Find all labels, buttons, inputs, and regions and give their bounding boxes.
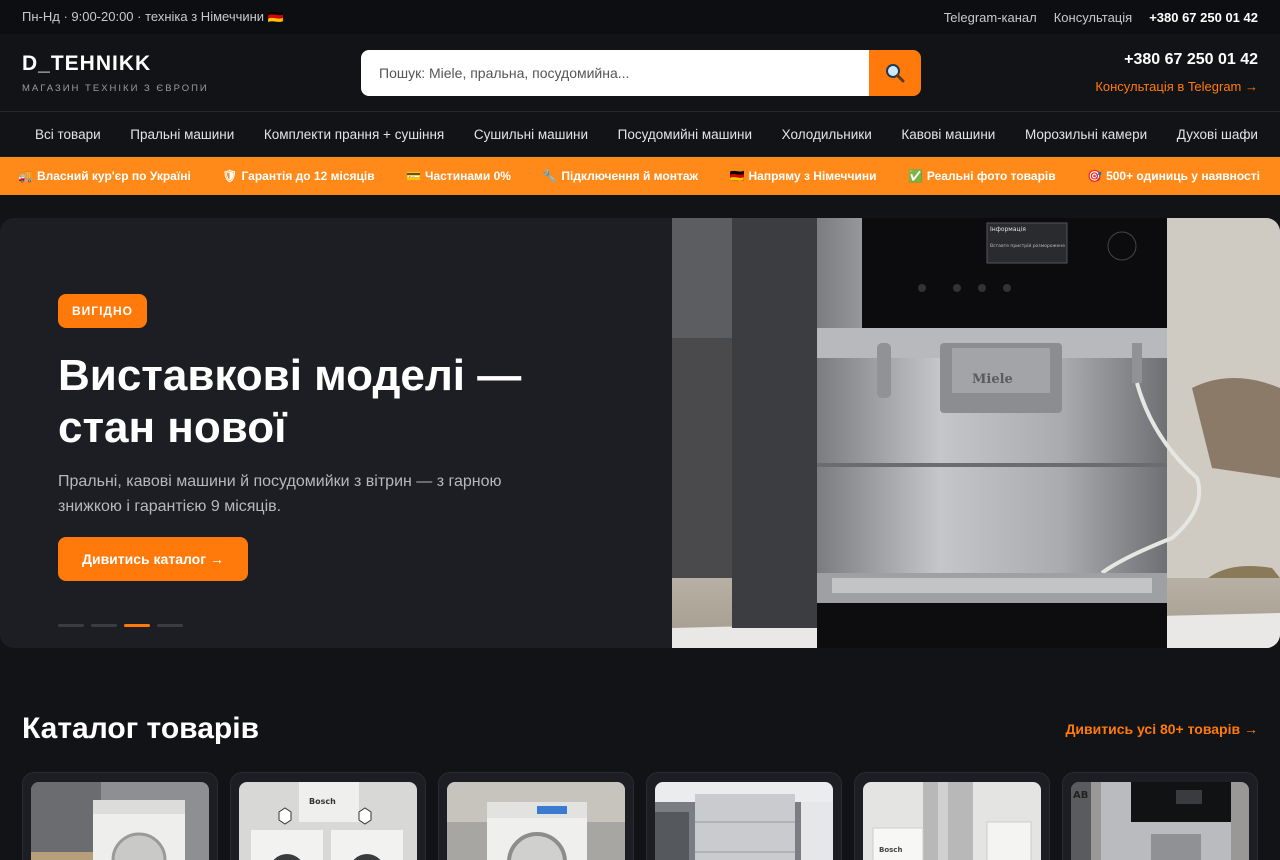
hero-title: Виставкові моделі — стан нової (58, 351, 522, 452)
product-image-coffee-machine: AB (1071, 782, 1249, 860)
catalog-header: Каталог товарів Дивитись усі 80+ товарів… (22, 712, 1258, 746)
search-bar (361, 50, 921, 96)
product-image-washer-bosch (447, 782, 625, 860)
brand-tagline: МАГАЗИН ТЕХНІКИ З ЄВРОПИ (22, 82, 209, 94)
nav-wash-dry-sets[interactable]: Комплекти прання + сушіння (264, 127, 444, 142)
brand-name: D_TEHNIKK (22, 51, 152, 75)
screen-title: Інформація (990, 226, 1026, 233)
slider-dots (58, 624, 183, 627)
catalog-title: Каталог товарів (22, 712, 260, 745)
benefit-stock: 🎯 500+ одиниць у наявності (1087, 169, 1260, 183)
benefit-germany: 🇩🇪 Напряму з Німеччини (729, 169, 877, 183)
nav-freezers[interactable]: Морозильні камери (1025, 127, 1147, 142)
hero-description: Пральні, кавові машини й посудомийки з в… (58, 473, 502, 515)
top-phone-link[interactable]: +380 67 250 01 42 (1149, 10, 1258, 25)
nav-ovens[interactable]: Духові шафи (1177, 127, 1258, 142)
shield-icon: 🛡 (222, 169, 238, 183)
header-contacts: +380 67 250 01 42 Консультація в Telegra… (1095, 51, 1258, 94)
category-nav: Всі товари Пральні машини Комплекти пран… (0, 112, 1280, 157)
truck-icon: 🚚 (18, 169, 33, 183)
consultation-link[interactable]: Консультація (1054, 10, 1132, 25)
benefits-ribbon: 🚚 Власний кур'єр по Україні 🛡 Гарантія до … (0, 157, 1280, 195)
slide-dot-3[interactable] (124, 624, 150, 627)
product-card[interactable]: Bosch (854, 772, 1050, 860)
product-image-fridge-bosch: Bosch (863, 782, 1041, 860)
check-icon: ✅ (907, 169, 923, 183)
site-logo[interactable]: D_TEHNIKK МАГАЗИН ТЕХНІКИ З ЄВРОПИ (22, 52, 360, 94)
wrench-icon: 🔧 (542, 169, 558, 183)
site-header: D_TEHNIKK МАГАЗИН ТЕХНІКИ З ЄВРОПИ +380 … (0, 34, 1280, 112)
view-catalog-button[interactable]: Дивитись каталог → (58, 537, 248, 581)
slide-dot-1[interactable] (58, 624, 84, 627)
benefit-courier: 🚚 Власний кур'єр по Україні (18, 169, 191, 183)
search-input[interactable] (361, 50, 869, 96)
product-grid: Bosch Bosch AB (22, 772, 1258, 860)
top-bar: Пн-Нд · 9:00-20:00 · техніка з Німеччини… (0, 0, 1280, 34)
product-card[interactable] (646, 772, 842, 860)
hero-copy: ВИГІДНО Виставкові моделі — стан нової Пр… (58, 294, 578, 581)
nav-all-products[interactable]: Всі товари (35, 127, 101, 142)
nav-washing-machines[interactable]: Пральні машини (130, 127, 234, 142)
product-card[interactable] (438, 772, 634, 860)
product-image-dishwasher-built-in (655, 782, 833, 860)
telegram-channel-link[interactable]: Telegram-канал (944, 10, 1037, 25)
benefit-installation: 🔧 Підключення й монтаж (542, 169, 699, 183)
search-icon (886, 64, 905, 83)
benefit-warranty: 🛡 Гарантія до 12 місяців (222, 169, 375, 183)
benefit-real-photos: ✅ Реальні фото товарів (907, 169, 1056, 183)
target-icon: 🎯 (1087, 169, 1103, 183)
slide-dot-2[interactable] (91, 624, 117, 627)
nav-coffee-machines[interactable]: Кавові машини (901, 127, 995, 142)
product-card[interactable]: AB (1062, 772, 1258, 860)
screen-text: Вставте пристрій розморожене (990, 242, 1065, 249)
card-brand-logo: Bosch (879, 846, 902, 854)
product-image-washer-bosch-set: Bosch (239, 782, 417, 860)
header-phone-link[interactable]: +380 67 250 01 42 (1124, 51, 1258, 68)
machine-brand-logo: Miele (972, 372, 1013, 387)
product-image-washer-miele (31, 782, 209, 860)
search-button[interactable] (869, 50, 921, 96)
telegram-consult-link[interactable]: Консультація в Telegram → (1095, 79, 1258, 94)
card-icon: 💳 (406, 169, 422, 183)
hero-badge: ВИГІДНО (58, 294, 147, 328)
benefit-installments: 💳 Частинами 0% (406, 169, 511, 183)
nav-refrigerators[interactable]: Холодильники (782, 127, 872, 142)
nav-dryers[interactable]: Сушильні машини (474, 127, 588, 142)
flag-icon: 🇩🇪 (729, 169, 745, 183)
card-brand-logo: Bosch (309, 797, 336, 806)
card-brand-logo: AB (1073, 790, 1088, 801)
nav-dishwashers[interactable]: Посудомийні машини (618, 127, 752, 142)
product-card[interactable]: Bosch (230, 772, 426, 860)
view-all-products-link[interactable]: Дивитись усі 80+ товарів → (1065, 721, 1258, 737)
hero-banner: ВИГІДНО Виставкові моделі — стан нової Пр… (0, 218, 1280, 648)
working-hours: Пн-Нд · 9:00-20:00 · техніка з Німеччини… (22, 9, 284, 24)
slide-dot-4[interactable] (157, 624, 183, 627)
top-links: Telegram-канал Консультація +380 67 250 … (944, 10, 1258, 25)
product-card[interactable] (22, 772, 218, 860)
hero-coffee-machine-image: Інформація Вставте пристрій розморожене … (672, 218, 1280, 648)
